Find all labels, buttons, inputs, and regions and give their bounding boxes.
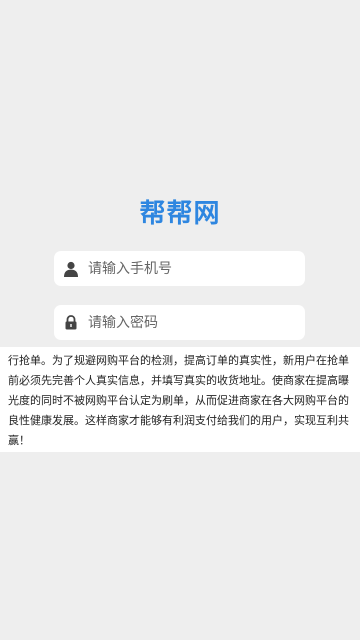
password-input[interactable] [88,314,288,331]
app-logo: 帮帮网 [139,199,221,229]
notice-text: 行抢单。为了规避网购平台的检测，提高订单的真实性，新用户在抢单前必须先完善个人真… [0,347,360,452]
user-icon [62,260,80,278]
password-field[interactable] [54,305,305,340]
phone-field[interactable] [54,251,305,286]
phone-input[interactable] [88,260,288,277]
lock-icon [62,314,80,332]
